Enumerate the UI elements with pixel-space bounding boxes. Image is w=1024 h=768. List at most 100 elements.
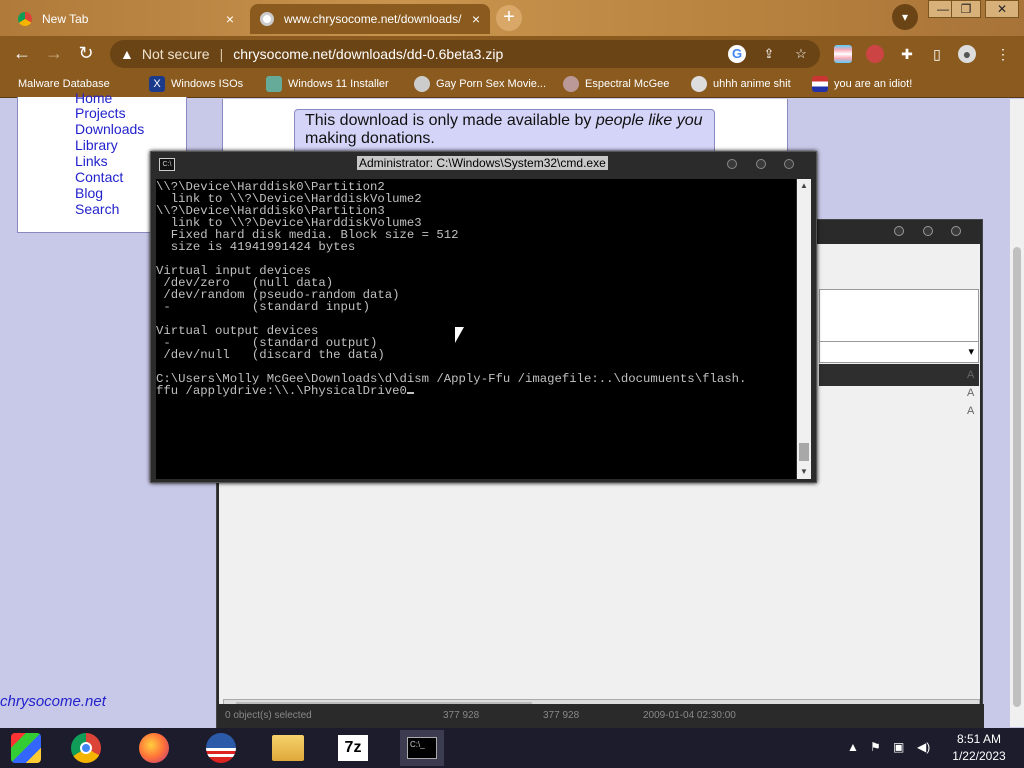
taskbar-firefox[interactable] bbox=[134, 730, 174, 766]
bookmark-you-are-an-idiot[interactable]: you are an idiot! bbox=[812, 75, 912, 93]
flag-icon[interactable]: ⚑ bbox=[870, 740, 881, 754]
status-bar: 0 object(s) selected 377 928 377 928 200… bbox=[217, 704, 984, 728]
forward-arrow-icon[interactable]: → bbox=[43, 42, 65, 64]
list-header bbox=[819, 364, 979, 386]
obama-logo-icon bbox=[206, 733, 236, 763]
bookmark-label: uhhh anime shit bbox=[713, 78, 791, 90]
window-control-dot[interactable] bbox=[951, 226, 961, 236]
start-button[interactable] bbox=[6, 730, 46, 766]
donation-text-emphasis: people like you bbox=[595, 112, 703, 129]
menu-kebab-icon[interactable]: ⋮ bbox=[994, 45, 1012, 63]
bookmark-windows-isos[interactable]: X Windows ISOs bbox=[149, 75, 243, 93]
tab-search-chevron-icon[interactable]: ▾ bbox=[892, 4, 918, 30]
donation-text-suffix: making donations. bbox=[305, 130, 435, 147]
network-icon[interactable]: ▣ bbox=[893, 740, 904, 754]
bookmark-windows-11-installer[interactable]: Windows 11 Installer bbox=[266, 75, 389, 93]
warning-triangle-icon[interactable]: ▲ bbox=[120, 46, 134, 62]
close-icon[interactable] bbox=[784, 159, 794, 169]
maximize-button[interactable]: ❐ bbox=[951, 0, 981, 18]
cmd-title: Administrator: C:\Windows\System32\cmd.e… bbox=[357, 156, 608, 170]
tab-new-tab[interactable]: New Tab × bbox=[8, 4, 244, 34]
tab-label: www.chrysocome.net/downloads/ bbox=[284, 12, 462, 26]
bookmark-gay-porn-sex-movie[interactable]: Gay Porn Sex Movie... bbox=[414, 75, 546, 93]
text-cursor bbox=[406, 392, 414, 394]
volume-icon[interactable]: ◀) bbox=[917, 740, 930, 754]
reload-icon[interactable]: ↻ bbox=[75, 42, 97, 64]
x-icon: X bbox=[149, 76, 165, 92]
show-hidden-icons-icon[interactable]: ▲ bbox=[847, 740, 859, 754]
taskbar-obama[interactable] bbox=[201, 730, 241, 766]
windows-logo-icon bbox=[11, 733, 41, 763]
nav-link-projects[interactable]: Projects bbox=[75, 105, 126, 121]
avatar-extension-icon[interactable] bbox=[866, 45, 884, 63]
console-scrollbar[interactable]: ▲ ▼ bbox=[797, 179, 811, 479]
image-icon bbox=[266, 76, 282, 92]
google-icon[interactable]: G bbox=[728, 45, 746, 63]
close-tab-icon[interactable]: × bbox=[472, 11, 480, 27]
status-packed: 377 928 bbox=[543, 710, 580, 721]
chrome-icon bbox=[71, 733, 101, 763]
new-tab-button[interactable]: + bbox=[496, 5, 522, 31]
scroll-down-icon[interactable]: ▼ bbox=[797, 465, 811, 479]
url-text[interactable]: chrysocome.net/downloads/dd-0.6beta3.zip bbox=[233, 46, 503, 62]
profile-icon[interactable]: ● bbox=[958, 45, 976, 63]
cmd-window[interactable]: C:\ Administrator: C:\Windows\System32\c… bbox=[150, 151, 817, 483]
page-scrollbar[interactable] bbox=[1010, 99, 1024, 727]
nav-link-search[interactable]: Search bbox=[75, 201, 119, 217]
bookmark-espectral-mcgee[interactable]: Espectral McGee bbox=[563, 75, 669, 93]
console-scrollbar-thumb[interactable] bbox=[799, 443, 809, 461]
page-scrollbar-thumb[interactable] bbox=[1013, 247, 1021, 707]
window-control-dot[interactable] bbox=[894, 226, 904, 236]
status-date: 2009-01-04 02:30:00 bbox=[643, 710, 736, 721]
dropdown-select[interactable]: ▾ bbox=[819, 341, 979, 363]
bookmark-star-icon[interactable]: ☆ bbox=[792, 45, 810, 63]
browser-toolbar: ← → ↻ ▲ Not secure | chrysocome.net/down… bbox=[0, 36, 1024, 70]
address-bar[interactable]: ▲ Not secure | chrysocome.net/downloads/… bbox=[110, 40, 820, 68]
nav-link-library[interactable]: Library bbox=[75, 137, 118, 153]
bookmark-label: Espectral McGee bbox=[585, 78, 670, 90]
close-window-button[interactable]: ✕ bbox=[985, 0, 1019, 18]
cmd-icon: C:\ bbox=[159, 158, 175, 171]
taskbar-7zip[interactable]: 7z bbox=[333, 730, 373, 766]
status-size: 377 928 bbox=[443, 710, 480, 721]
avatar-icon bbox=[414, 76, 430, 92]
browser-titlebar: New Tab × www.chrysocome.net/downloads/ … bbox=[0, 0, 1024, 36]
taskbar-cmd[interactable]: C:\_ bbox=[400, 730, 444, 766]
close-tab-icon[interactable]: × bbox=[226, 11, 234, 27]
nav-link-home[interactable]: Home bbox=[75, 90, 112, 106]
share-icon[interactable]: ⇪ bbox=[760, 45, 778, 63]
bookmark-label: Windows 11 Installer bbox=[288, 78, 389, 90]
address-separator: | bbox=[219, 46, 224, 62]
not-secure-label[interactable]: Not secure bbox=[142, 46, 210, 62]
puzzle-extensions-icon[interactable]: ✚ bbox=[898, 45, 916, 63]
folder-icon bbox=[272, 735, 304, 761]
bookmarks-bar: Malware Database X Windows ISOs Windows 1… bbox=[0, 70, 1024, 98]
nav-link-links[interactable]: Links bbox=[75, 153, 108, 169]
7zip-icon: 7z bbox=[338, 735, 368, 761]
taskbar-explorer[interactable] bbox=[268, 730, 308, 766]
bookmark-uhhh-anime[interactable]: uhhh anime shit bbox=[691, 75, 791, 93]
bookmark-label: Malware Database bbox=[18, 78, 110, 90]
nav-link-blog[interactable]: Blog bbox=[75, 185, 103, 201]
nav-link-contact[interactable]: Contact bbox=[75, 169, 123, 185]
globe-icon bbox=[260, 12, 274, 26]
side-panel-icon[interactable]: ▯ bbox=[928, 45, 946, 63]
window-control-dot[interactable] bbox=[923, 226, 933, 236]
back-arrow-icon[interactable]: ← bbox=[11, 42, 33, 64]
minimize-icon[interactable] bbox=[727, 159, 737, 169]
taskbar: 7z C:\_ ▲ ⚑ ▣ ◀) 8:51 AM 1/22/2023 bbox=[0, 728, 1024, 768]
chrome-icon bbox=[18, 12, 32, 26]
console-output[interactable]: \\?\Device\Harddisk0\Partition2 link to … bbox=[156, 179, 796, 479]
avatar-icon bbox=[691, 76, 707, 92]
taskbar-chrome[interactable] bbox=[66, 730, 106, 766]
bookmark-label: you are an idiot! bbox=[834, 78, 913, 90]
scroll-up-icon[interactable]: ▲ bbox=[797, 179, 811, 193]
status-selection: 0 object(s) selected bbox=[225, 710, 312, 721]
trans-flag-extension-icon[interactable] bbox=[834, 45, 852, 63]
site-footer-link[interactable]: chrysocome.net bbox=[0, 693, 106, 710]
maximize-icon[interactable] bbox=[756, 159, 766, 169]
nav-link-downloads[interactable]: Downloads bbox=[75, 121, 144, 137]
system-clock[interactable]: 8:51 AM 1/22/2023 bbox=[944, 731, 1014, 765]
tab-chrysocome[interactable]: www.chrysocome.net/downloads/ × bbox=[250, 4, 490, 34]
flag-icon bbox=[812, 76, 828, 92]
